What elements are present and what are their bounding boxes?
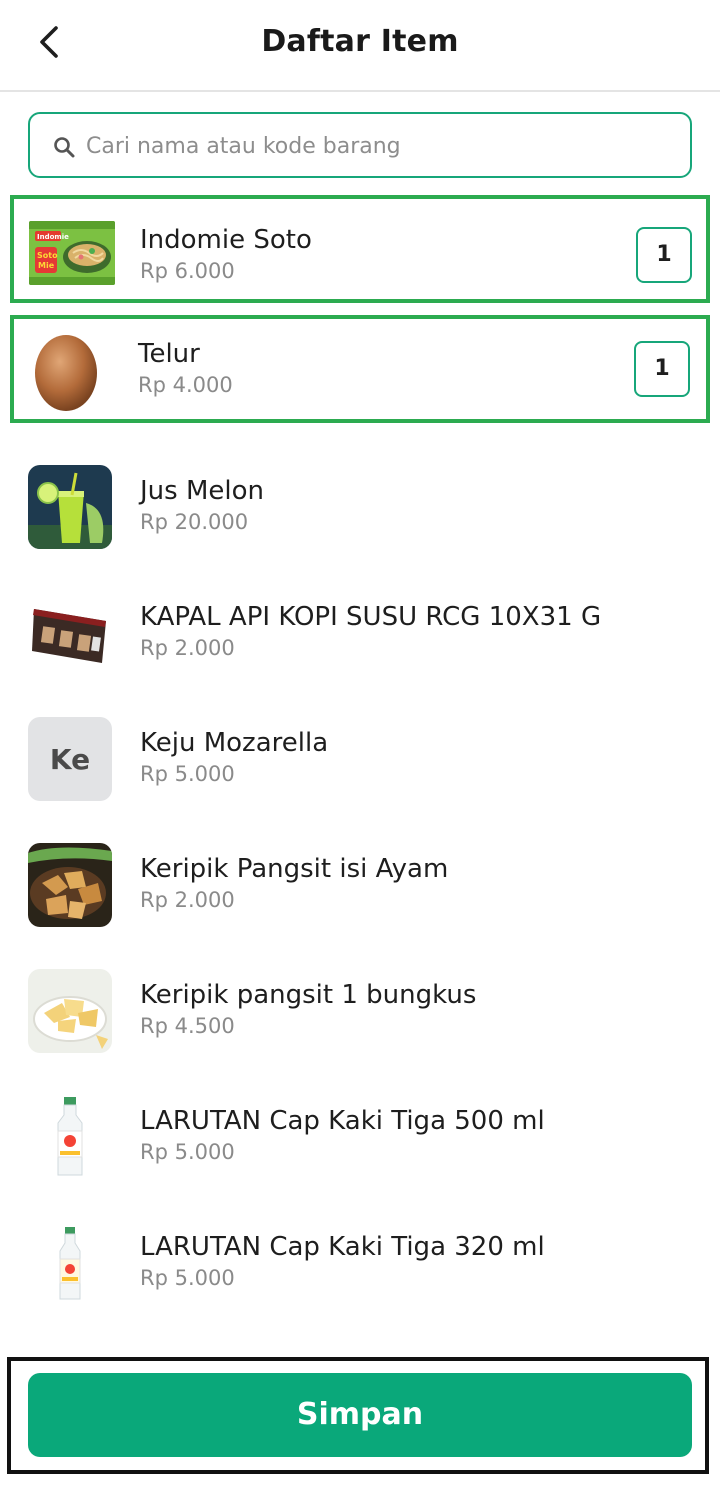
product-image-keripik-pangsit-bungkus bbox=[28, 969, 112, 1053]
item-name: Indomie Soto bbox=[140, 225, 312, 255]
item-price: Rp 2.000 bbox=[140, 636, 235, 660]
item-price: Rp 6.000 bbox=[140, 259, 235, 283]
item-name: Jus Melon bbox=[140, 476, 264, 506]
product-image-larutan-320ml bbox=[28, 1221, 112, 1305]
product-initials-avatar: Ke bbox=[28, 717, 112, 801]
quantity-field[interactable]: 1 bbox=[634, 341, 690, 397]
list-item-keju-mozarella[interactable]: Ke Keju Mozarella Rp 5.000 bbox=[0, 696, 720, 822]
item-name: Keju Mozarella bbox=[140, 728, 329, 758]
item-price: Rp 5.000 bbox=[140, 762, 235, 786]
product-image-telur bbox=[30, 329, 100, 413]
item-name: Telur bbox=[138, 339, 200, 369]
list-item-larutan-320ml[interactable]: LARUTAN Cap Kaki Tiga 320 ml Rp 5.000 bbox=[0, 1200, 720, 1326]
item-name: Keripik Pangsit isi Ayam bbox=[140, 854, 449, 884]
item-name: LARUTAN Cap Kaki Tiga 500 ml bbox=[140, 1106, 545, 1136]
app-header: Daftar Item bbox=[0, 0, 720, 92]
product-image-indomie-soto: Indomie Soto Mie bbox=[29, 221, 115, 285]
item-price: Rp 5.000 bbox=[140, 1140, 235, 1164]
product-image-jus-melon bbox=[28, 465, 112, 549]
search-input[interactable] bbox=[86, 124, 676, 168]
list-item-kapal-api[interactable]: KAPAL API KOPI SUSU RCG 10X31 G Rp 2.000 bbox=[0, 570, 720, 696]
list-item-telur[interactable]: Telur Rp 4.000 1 bbox=[10, 315, 710, 423]
search-bar[interactable] bbox=[28, 112, 692, 178]
svg-text:Soto: Soto bbox=[37, 251, 58, 260]
item-price: Rp 4.000 bbox=[138, 373, 233, 397]
item-name: Keripik pangsit 1 bungkus bbox=[140, 980, 477, 1010]
item-price: Rp 2.000 bbox=[140, 888, 235, 912]
item-price: Rp 20.000 bbox=[140, 510, 249, 534]
page-title: Daftar Item bbox=[261, 24, 459, 59]
save-button[interactable]: Simpan bbox=[28, 1373, 692, 1457]
item-name: KAPAL API KOPI SUSU RCG 10X31 G bbox=[140, 602, 602, 632]
list-item-jus-melon[interactable]: Jus Melon Rp 20.000 bbox=[0, 444, 720, 570]
product-image-keripik-pangsit-ayam bbox=[28, 843, 112, 927]
item-price: Rp 5.000 bbox=[140, 1266, 235, 1290]
item-name: LARUTAN Cap Kaki Tiga 320 ml bbox=[140, 1232, 545, 1262]
svg-text:Mie: Mie bbox=[38, 261, 55, 270]
list-item-keripik-pangsit-ayam[interactable]: Keripik Pangsit isi Ayam Rp 2.000 bbox=[0, 822, 720, 948]
svg-text:Indomie: Indomie bbox=[37, 233, 69, 241]
list-item-keripik-pangsit-bungkus[interactable]: Keripik pangsit 1 bungkus Rp 4.500 bbox=[0, 948, 720, 1074]
product-image-kapal-api bbox=[28, 591, 112, 675]
item-price: Rp 4.500 bbox=[140, 1014, 235, 1038]
search-icon bbox=[54, 137, 75, 158]
list-item-indomie-soto[interactable]: Indomie Soto Mie Indomie Soto Rp 6.000 1 bbox=[10, 195, 710, 303]
product-image-larutan-500ml bbox=[28, 1095, 112, 1179]
quantity-field[interactable]: 1 bbox=[636, 227, 692, 283]
list-item-larutan-500ml[interactable]: LARUTAN Cap Kaki Tiga 500 ml Rp 5.000 bbox=[0, 1074, 720, 1200]
